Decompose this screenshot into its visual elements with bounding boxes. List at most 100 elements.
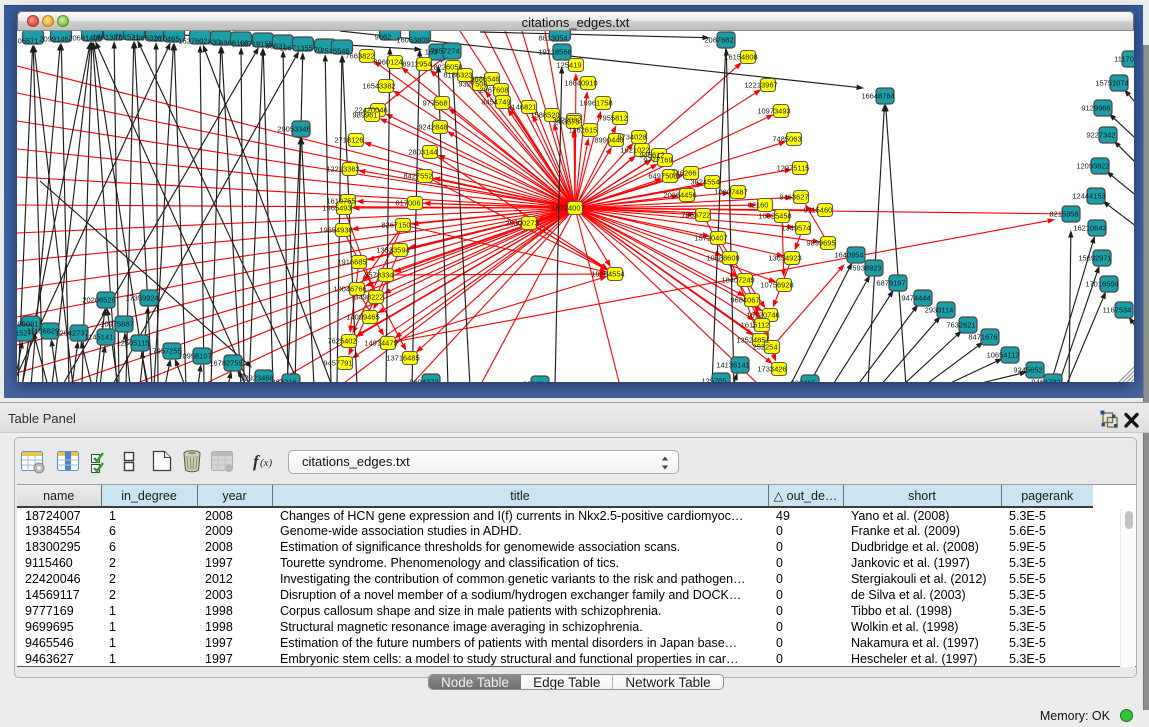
svg-text:19654938: 19654938 xyxy=(319,226,352,235)
svg-text:11156829: 11156829 xyxy=(27,327,59,336)
svg-text:125705: 125705 xyxy=(701,377,726,383)
svg-text:16120746: 16120746 xyxy=(746,311,779,320)
svg-text:830: 830 xyxy=(208,38,221,47)
svg-text:1162615: 1162615 xyxy=(569,126,598,135)
svg-text:9227342: 9227342 xyxy=(1086,131,1115,140)
svg-text:817006: 817006 xyxy=(395,199,420,208)
svg-text:1167534: 1167534 xyxy=(1103,306,1132,315)
svg-text:8215958: 8215958 xyxy=(1049,210,1078,219)
svg-text:9129966: 9129966 xyxy=(1081,104,1110,113)
svg-text:12093822: 12093822 xyxy=(1076,162,1109,171)
svg-text:1145141: 1145141 xyxy=(85,333,114,342)
svg-text:8912954: 8912954 xyxy=(402,60,431,69)
svg-text:15692971: 15692971 xyxy=(1078,254,1111,263)
svg-text:1349574: 1349574 xyxy=(781,224,810,233)
svg-text:8267150: 8267150 xyxy=(381,221,410,230)
svg-text:86040: 86040 xyxy=(523,380,544,383)
svg-text:17016504: 17016504 xyxy=(1085,280,1118,289)
svg-text:16053809: 16053809 xyxy=(396,36,429,45)
svg-text:1615112: 1615112 xyxy=(741,321,770,330)
svg-text:12505115: 12505115 xyxy=(117,339,150,348)
svg-text:16543382: 16543382 xyxy=(362,82,395,91)
svg-text:7663822: 7663822 xyxy=(345,52,374,61)
svg-text:7863722: 7863722 xyxy=(681,211,710,220)
svg-text:25300273: 25300273 xyxy=(505,219,538,228)
svg-text:8427552: 8427552 xyxy=(403,172,432,181)
svg-text:9463627: 9463627 xyxy=(779,193,808,202)
svg-text:2867608: 2867608 xyxy=(479,86,508,95)
svg-text:746266: 746266 xyxy=(671,169,696,178)
svg-text:18407249: 18407249 xyxy=(721,276,754,285)
svg-text:10688609: 10688609 xyxy=(706,254,739,263)
svg-text:252254: 252254 xyxy=(752,343,777,352)
svg-text:14099465: 14099465 xyxy=(346,313,379,322)
svg-text:210465: 210465 xyxy=(154,35,179,44)
svg-text:7955812: 7955812 xyxy=(598,114,627,123)
svg-text:11170: 11170 xyxy=(1114,55,1134,64)
svg-text:9899695: 9899695 xyxy=(806,239,835,248)
svg-text:13654923: 13654923 xyxy=(768,254,801,263)
svg-text:6879197: 6879197 xyxy=(876,279,905,288)
svg-text:12975115: 12975115 xyxy=(777,164,810,173)
svg-text:9242848: 9242848 xyxy=(418,123,447,132)
svg-text:10756928: 10756928 xyxy=(760,281,793,290)
svg-text:18640910: 18640910 xyxy=(564,79,597,88)
svg-text:29053346: 29053346 xyxy=(277,125,310,134)
svg-text:12213967: 12213967 xyxy=(744,81,777,90)
svg-text:7625402: 7625402 xyxy=(327,337,356,346)
svg-text:7632621: 7632621 xyxy=(946,321,975,330)
svg-text:16210643: 16210643 xyxy=(1073,224,1106,233)
svg-text:125419: 125419 xyxy=(556,61,581,70)
svg-text:5938923: 5938923 xyxy=(852,264,881,273)
svg-text:9886546: 9886546 xyxy=(470,75,499,84)
svg-text:16961758: 16961758 xyxy=(579,99,612,108)
svg-text:15751074: 15751074 xyxy=(1095,79,1128,88)
svg-text:9245652: 9245652 xyxy=(1013,366,1042,375)
svg-text:13533594: 13533594 xyxy=(376,246,409,255)
svg-text:20206526: 20206526 xyxy=(82,296,115,305)
svg-text:12923468: 12923468 xyxy=(240,374,273,383)
svg-text:8960124: 8960124 xyxy=(373,58,402,67)
svg-text:17359924: 17359924 xyxy=(125,294,158,303)
svg-text:10025458: 10025458 xyxy=(758,212,791,221)
svg-text:14136141: 14136141 xyxy=(716,361,749,370)
svg-text:8813054: 8813054 xyxy=(538,34,567,43)
svg-text:10973493: 10973493 xyxy=(757,107,790,116)
svg-text:977568: 977568 xyxy=(422,99,447,108)
svg-text:12942737: 12942737 xyxy=(55,329,88,338)
svg-text:10975887: 10975887 xyxy=(100,320,133,329)
svg-text:2803144: 2803144 xyxy=(408,148,437,157)
svg-text:2718126: 2718126 xyxy=(334,136,363,145)
svg-text:1640954: 1640954 xyxy=(834,251,863,260)
svg-text:10958107: 10958107 xyxy=(178,352,211,361)
svg-text:9777169: 9777169 xyxy=(643,156,672,165)
svg-text:5578334: 5578334 xyxy=(364,271,393,280)
svg-text:9464732: 9464732 xyxy=(1031,378,1060,383)
svg-text:2099146: 2099146 xyxy=(39,35,68,44)
svg-text:1733426: 1733426 xyxy=(757,365,786,374)
svg-text:3624554: 3624554 xyxy=(690,178,719,187)
svg-text:16154808: 16154808 xyxy=(724,53,757,62)
svg-text:14914479: 14914479 xyxy=(364,339,397,348)
svg-text:9474444: 9474444 xyxy=(901,294,930,303)
svg-text:18724007: 18724007 xyxy=(551,204,584,213)
svg-text:10671355: 10671355 xyxy=(279,44,312,53)
svg-text:12213363: 12213363 xyxy=(326,165,359,174)
svg-text:9694372: 9694372 xyxy=(409,378,438,383)
svg-text:2933114: 2933114 xyxy=(925,306,954,315)
svg-text:1916685: 1916685 xyxy=(337,258,366,267)
svg-text:10807487: 10807487 xyxy=(714,188,747,197)
svg-text:3498222: 3498222 xyxy=(354,293,383,302)
svg-text:15720407: 15720407 xyxy=(694,234,727,243)
svg-text:10654112: 10654112 xyxy=(987,351,1020,360)
svg-text:(x): (x) xyxy=(260,457,273,469)
svg-text:884216: 884216 xyxy=(271,378,296,383)
svg-text:9662: 9662 xyxy=(375,33,392,42)
svg-text:230415: 230415 xyxy=(790,379,815,383)
svg-text:1527602: 1527602 xyxy=(178,37,207,46)
svg-text:8454749: 8454749 xyxy=(481,98,510,107)
svg-text:8186323: 8186323 xyxy=(443,71,472,80)
svg-text:19384554: 19384554 xyxy=(591,270,624,279)
svg-text:9115460: 9115460 xyxy=(804,206,833,215)
svg-text:9457791: 9457791 xyxy=(323,359,352,368)
